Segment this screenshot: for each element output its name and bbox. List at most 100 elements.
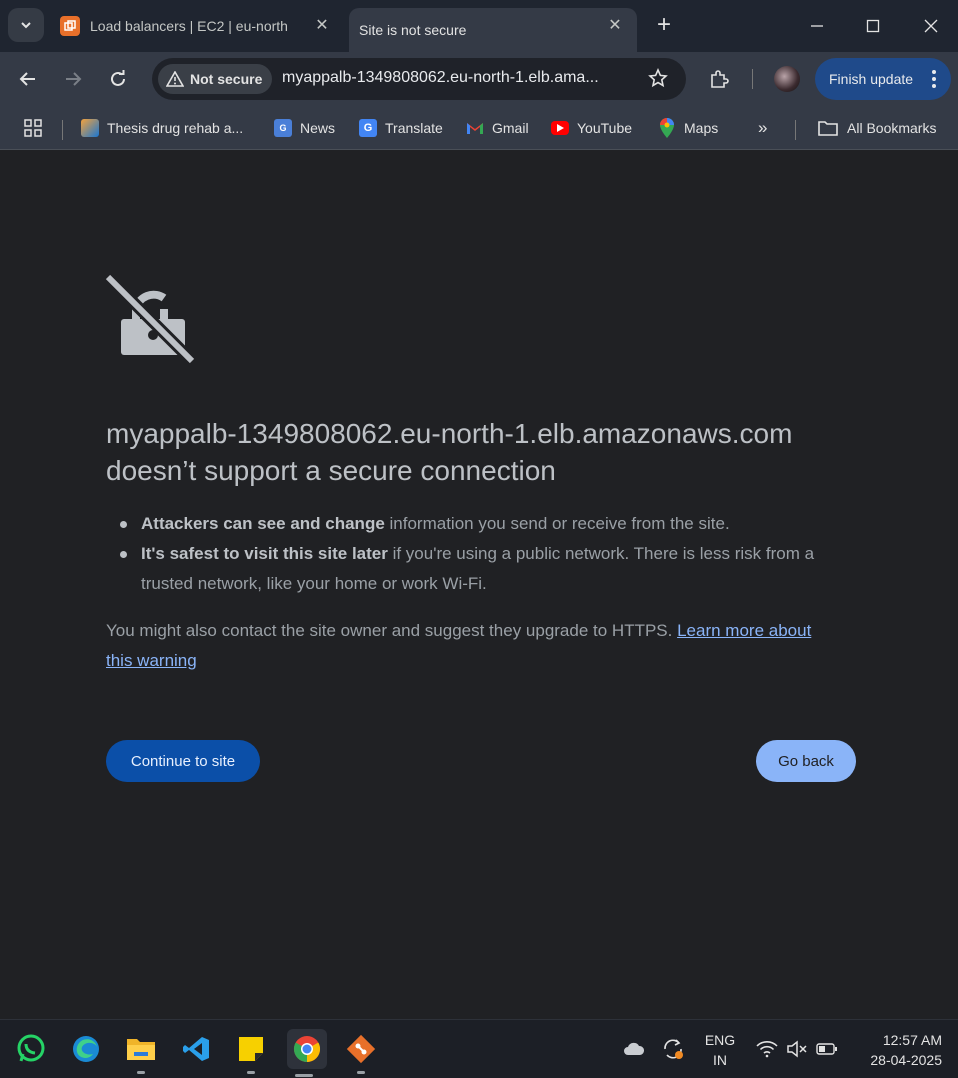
running-indicator: [247, 1071, 255, 1074]
clock-time: 12:57 AM: [882, 1032, 942, 1048]
headline-text: doesn’t support a secure connection: [106, 455, 556, 486]
bookmark-news[interactable]: G News: [274, 116, 335, 140]
bullet-text: information you send or receive from the…: [384, 514, 730, 533]
back-nav-button[interactable]: [13, 64, 43, 94]
bookmark-label: Gmail: [492, 120, 529, 136]
apps-grid-button[interactable]: [23, 116, 43, 140]
speaker-muted-icon[interactable]: [780, 1032, 814, 1066]
clock-date: 28-04-2025: [870, 1052, 942, 1068]
tab-load-balancers[interactable]: Load balancers | EC2 | eu-north ✕: [52, 8, 344, 44]
extensions-button[interactable]: [704, 64, 734, 94]
chrome-icon[interactable]: [287, 1029, 327, 1077]
edge-icon[interactable]: [69, 1032, 103, 1066]
url-text[interactable]: myappalb-1349808062.eu-north-1.elb.ama..…: [282, 69, 632, 87]
warning-list: Attackers can see and change information…: [120, 509, 840, 599]
tab-strip: Load balancers | EC2 | eu-north ✕ Site i…: [0, 0, 958, 52]
bookmark-star-icon[interactable]: [648, 68, 668, 93]
git-icon[interactable]: [344, 1032, 378, 1074]
bookmark-label: News: [300, 120, 336, 136]
chevron-double-right-icon: »: [758, 118, 768, 137]
toolbar-divider: [752, 69, 753, 89]
youtube-icon: [551, 121, 569, 135]
news-icon: G: [274, 119, 292, 137]
close-icon: [924, 19, 938, 33]
maximize-icon: [866, 19, 880, 33]
bookmark-thesis[interactable]: Thesis drug rehab a...: [81, 116, 243, 140]
maps-icon: [658, 118, 676, 138]
list-item: It's safest to visit this site later if …: [120, 539, 840, 599]
minimize-icon: [811, 25, 823, 27]
tab-title: Load balancers | EC2 | eu-north: [90, 18, 288, 34]
page-title: myappalb-1349808062.eu-north-1.elb.amazo…: [106, 415, 866, 489]
arrow-right-icon: [66, 72, 82, 86]
lock-crossed-icon: [104, 273, 196, 365]
forward-nav-button[interactable]: [58, 64, 88, 94]
more-vert-icon[interactable]: [931, 69, 937, 89]
list-item: Attackers can see and change information…: [120, 509, 840, 539]
security-chip-label: Not secure: [190, 71, 263, 87]
all-bookmarks-button[interactable]: All Bookmarks: [818, 116, 936, 140]
tab-site-not-secure[interactable]: Site is not secure ✕: [349, 8, 637, 52]
whatsapp-icon[interactable]: [14, 1032, 48, 1066]
running-indicator: [137, 1071, 145, 1074]
wifi-icon[interactable]: [750, 1032, 784, 1066]
bullet-bold: It's safest to visit this site later: [141, 544, 388, 563]
sync-icon[interactable]: [656, 1032, 690, 1066]
gmail-icon: [466, 119, 484, 137]
bookmark-label: Translate: [385, 120, 443, 136]
contact-owner-text: You might also contact the site owner an…: [106, 616, 836, 676]
security-chip[interactable]: Not secure: [158, 64, 273, 94]
avatar[interactable]: [774, 66, 800, 92]
arrow-left-icon: [19, 72, 35, 86]
translate-icon: G: [359, 119, 377, 137]
thesis-icon: [81, 119, 99, 137]
sticky-notes-icon[interactable]: [234, 1032, 268, 1074]
bookmark-youtube[interactable]: YouTube: [551, 116, 632, 140]
finish-update-button[interactable]: Finish update: [815, 58, 951, 100]
clock[interactable]: 12:57 AM 28-04-2025: [852, 1030, 942, 1070]
toolbar: Not secure myappalb-1349808062.eu-north-…: [0, 52, 958, 106]
bookmark-label: Maps: [684, 120, 719, 136]
battery-icon[interactable]: [810, 1032, 844, 1066]
language-top: ENG: [704, 1032, 736, 1048]
close-icon[interactable]: ✕: [605, 16, 625, 36]
bookmark-gmail[interactable]: Gmail: [466, 116, 529, 140]
new-tab-button[interactable]: +: [652, 12, 676, 38]
reload-button[interactable]: [103, 64, 133, 94]
language-indicator[interactable]: ENG IN: [700, 1030, 740, 1070]
reload-icon: [111, 70, 125, 86]
bookmarks-divider: [795, 120, 796, 140]
close-icon[interactable]: ✕: [312, 16, 332, 36]
bookmark-label: YouTube: [577, 120, 633, 136]
tab-title: Site is not secure: [359, 22, 467, 38]
interstitial-page: myappalb-1349808062.eu-north-1.elb.amazo…: [0, 151, 958, 1019]
host-name: myappalb-1349808062.eu-north-1.elb.amazo…: [106, 418, 793, 449]
folder-icon: [818, 121, 838, 136]
para-text: You might also contact the site owner an…: [106, 621, 678, 640]
all-bookmarks-label: All Bookmarks: [847, 120, 937, 136]
taskbar: ENG IN 12:57 AM 28-04-2025: [0, 1019, 958, 1078]
running-indicator: [295, 1074, 313, 1077]
go-back-button[interactable]: Go back: [756, 740, 856, 782]
continue-to-site-button[interactable]: Continue to site: [106, 740, 260, 782]
bookmark-label: Thesis drug rehab a...: [107, 120, 244, 136]
vscode-icon[interactable]: [179, 1032, 213, 1066]
finish-update-label: Finish update: [829, 71, 914, 87]
puzzle-icon: [711, 70, 729, 88]
minimize-button[interactable]: [802, 12, 832, 40]
maximize-button[interactable]: [858, 12, 888, 40]
cloud-icon[interactable]: [617, 1032, 651, 1066]
aws-ec2-icon: [60, 16, 80, 36]
tab-search-button[interactable]: [8, 8, 44, 42]
warning-icon: [166, 71, 184, 87]
language-bottom: IN: [713, 1052, 727, 1068]
bookmark-translate[interactable]: G Translate: [359, 116, 443, 140]
apps-grid-icon: [24, 119, 42, 137]
running-indicator: [357, 1071, 365, 1074]
close-window-button[interactable]: [916, 12, 946, 40]
more-bookmarks-button[interactable]: »: [758, 116, 767, 140]
bookmark-maps[interactable]: Maps: [658, 116, 718, 140]
bookmarks-bar: Thesis drug rehab a... G News G Translat…: [0, 106, 958, 150]
file-explorer-icon[interactable]: [124, 1032, 158, 1074]
address-bar[interactable]: Not secure myappalb-1349808062.eu-north-…: [152, 58, 686, 100]
